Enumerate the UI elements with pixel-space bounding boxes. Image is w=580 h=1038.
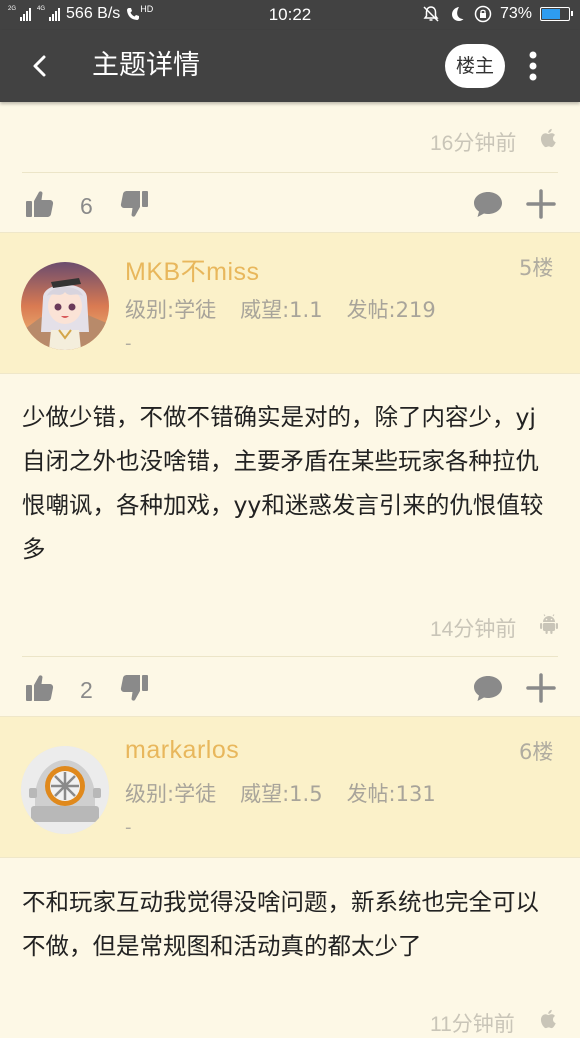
page-title: 主题详情 — [92, 50, 200, 81]
battery-level — [542, 9, 561, 19]
comment-icon[interactable] — [472, 672, 504, 704]
battery-icon — [540, 7, 573, 21]
comment-icon[interactable] — [472, 188, 504, 220]
status-bar: 2G 4G 566 B/s HD 10:22 73% — [0, 0, 580, 30]
user-prestige: 威望:1.1 — [240, 298, 323, 322]
rotation-lock-icon — [474, 5, 492, 23]
user-prestige: 威望:1.5 — [240, 782, 323, 806]
divider — [22, 172, 558, 173]
like-count: 2 — [80, 677, 93, 703]
post-body: 少做少错，不做不错确实是对的，除了内容少，yj自闭之外也没啥错，主要矛盾在某些玩… — [22, 403, 544, 563]
floor-number: 5楼 — [519, 256, 554, 280]
like-count: 6 — [80, 193, 93, 219]
post-body: 不和玩家互动我觉得没啥问题，新系统也完全可以不做，但是常规图和活动真的都太少了 — [22, 888, 539, 960]
divider — [22, 656, 558, 657]
plus-icon[interactable] — [525, 672, 557, 704]
avatar[interactable] — [21, 262, 109, 350]
thumbs-down-icon[interactable] — [118, 188, 150, 220]
chevron-left-icon[interactable] — [22, 48, 58, 84]
post-time: 11分钟前 — [430, 1013, 515, 1036]
owner-only-button[interactable]: 楼主 — [445, 44, 505, 88]
mute-bell-icon — [423, 6, 439, 22]
user-signature: - — [125, 817, 132, 838]
user-level: 级别:学徒 — [125, 782, 217, 806]
status-right: 73% — [422, 5, 573, 23]
more-vertical-icon[interactable] — [518, 46, 548, 86]
battery-percent: 73% — [499, 5, 532, 22]
thumbs-up-icon[interactable] — [24, 672, 56, 704]
user-stats: 级别:学徒 威望:1.1 发帖:219 — [125, 294, 436, 324]
user-post-count: 发帖:131 — [346, 782, 436, 806]
moon-icon — [451, 7, 464, 21]
anime-avatar-icon — [21, 262, 109, 350]
apple-icon — [540, 1009, 556, 1029]
post-time: 16分钟前 — [430, 132, 517, 155]
avatar[interactable] — [21, 746, 109, 834]
diving-helmet-icon — [21, 746, 109, 834]
user-post-count: 发帖:219 — [346, 298, 436, 322]
user-stats: 级别:学徒 威望:1.5 发帖:131 — [125, 778, 436, 808]
android-icon — [540, 614, 558, 634]
thumbs-down-icon[interactable] — [118, 672, 150, 704]
apple-icon — [540, 128, 556, 148]
divider — [0, 373, 580, 374]
user-level: 级别:学徒 — [125, 298, 217, 322]
app-bar: 主题详情 楼主 — [0, 30, 580, 102]
username[interactable]: MKB不miss — [125, 252, 260, 288]
floor-number: 6楼 — [519, 740, 554, 764]
post-time: 14分钟前 — [430, 618, 517, 641]
plus-icon[interactable] — [525, 188, 557, 220]
divider — [0, 857, 580, 858]
username[interactable]: markarlos — [125, 736, 239, 765]
user-signature: - — [125, 333, 132, 354]
thumbs-up-icon[interactable] — [24, 188, 56, 220]
